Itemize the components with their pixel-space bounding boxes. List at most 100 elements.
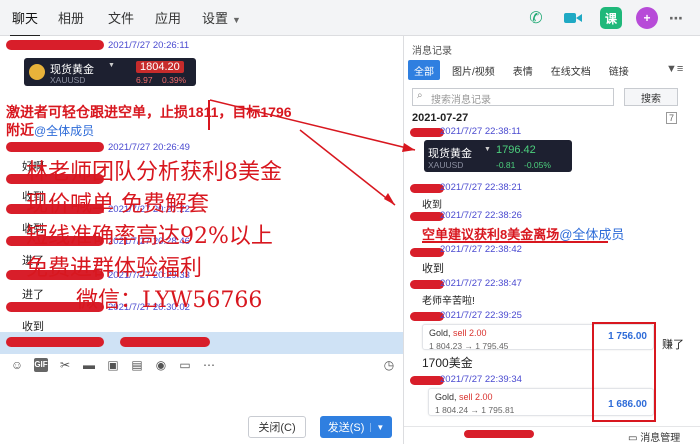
annotation-box: [592, 322, 656, 422]
history-tab-docs[interactable]: 在线文档: [545, 60, 597, 80]
highlight-text: 空单建议获利8美金离场: [422, 227, 560, 242]
history-text: 老师辛苦啦!: [422, 296, 475, 307]
search-button[interactable]: 搜索: [624, 88, 678, 106]
message-time: 2021/7/27 20:26:49: [108, 142, 190, 153]
mention-all[interactable]: @全体成员: [559, 227, 624, 242]
history-clock-icon[interactable]: ◷: [382, 358, 396, 372]
annotation-line: [208, 100, 210, 130]
redacted-name: [410, 128, 444, 137]
calendar-icon[interactable]: 7: [666, 112, 678, 124]
profit-text: 1700美金: [422, 356, 473, 370]
caret-icon: ▼: [484, 146, 491, 153]
history-tab-links[interactable]: 链接: [603, 60, 635, 80]
gold-quote-card[interactable]: 现货黄金 ▼ 1804.20 XAUUSD 6.97 0.39%: [24, 58, 196, 86]
red-packet-icon[interactable]: ▤: [130, 358, 144, 372]
redacted-name: [464, 430, 534, 438]
earned-text: 赚了: [662, 339, 684, 351]
redacted-name: [410, 212, 444, 221]
announcement-text: 激进者可轻仓跟进空单，止损1811，目标1796: [6, 104, 292, 120]
trade-symbol: Gold,: [435, 392, 457, 402]
tab-chat[interactable]: 聊天: [9, 8, 41, 37]
redacted-name: [410, 248, 444, 257]
classroom-icon[interactable]: 课: [600, 7, 622, 29]
more-icon[interactable]: ⋯: [665, 7, 687, 29]
announcement-tail: 附近: [6, 122, 34, 138]
trade-label: Gold, sell 2.00: [435, 392, 493, 402]
history-tab-media[interactable]: 图片/视频: [446, 60, 501, 80]
history-title: 消息记录: [412, 46, 452, 57]
ad-line-4: 免费进群体验福利: [26, 256, 203, 281]
gold-code: XAUUSD: [50, 75, 86, 85]
more-tools-icon[interactable]: ⋯: [202, 358, 216, 372]
underline-annotation: [422, 241, 608, 243]
ad-line-3: 短线准确率高达92%以上: [26, 224, 273, 249]
screen-icon[interactable]: ▭: [178, 358, 192, 372]
history-footer: ▭ 消息管理: [404, 426, 700, 444]
redacted-name: [410, 280, 444, 289]
trade-side: sell 2.00: [453, 328, 487, 338]
history-time: 2021/7/27 22:38:47: [440, 278, 522, 289]
video-call-icon[interactable]: [562, 7, 584, 29]
tab-settings-label: 设置: [202, 11, 229, 26]
redacted-name: [6, 40, 104, 50]
trade-label: Gold, sell 2.00: [429, 328, 487, 338]
send-button[interactable]: 发送(S) ▼: [320, 416, 392, 438]
search-icon: ⌕: [417, 90, 423, 101]
chevron-down-icon[interactable]: ▼: [370, 422, 384, 432]
history-tab-all[interactable]: 全部: [408, 60, 440, 80]
gold-coin-icon: [29, 64, 45, 80]
mention-all[interactable]: @全体成员: [34, 124, 94, 138]
emoji-icon[interactable]: ☺: [10, 358, 24, 372]
history-time: 2021/7/27 22:38:11: [440, 126, 522, 137]
redacted-name: [410, 376, 444, 385]
chat-panel: 2021/7/27 20:26:11 现货黄金 ▼ 1804.20 XAUUSD…: [0, 36, 404, 444]
history-tab-emoji[interactable]: 表情: [507, 60, 539, 80]
tab-settings[interactable]: 设置 ▼: [202, 8, 241, 27]
gif-icon[interactable]: GIF: [34, 358, 48, 372]
redacted-name: [410, 184, 444, 193]
redacted-name: [6, 337, 104, 347]
message-text: 进了: [22, 289, 44, 301]
ad-line-5: 微信：LYW56766: [76, 288, 263, 313]
tab-files[interactable]: 文件: [108, 8, 134, 27]
gold-pct: 0.39%: [162, 75, 187, 85]
caret-icon: ▼: [108, 62, 115, 69]
gold-change: 6.97: [136, 75, 153, 85]
history-tabs: 全部 图片/视频 表情 在线文档 链接: [408, 60, 641, 80]
trade-path: 1 804.23 → 1 795.45: [429, 341, 509, 351]
image-icon[interactable]: ▣: [106, 358, 120, 372]
selected-message-row[interactable]: [0, 332, 403, 354]
history-time: 2021/7/27 22:38:21: [440, 182, 522, 193]
history-text: 收到: [422, 263, 444, 275]
history-search-input[interactable]: ⌕ 搜索消息记录: [412, 88, 614, 106]
gold-code: XAUUSD: [428, 160, 464, 170]
send-label: 发送(S): [327, 422, 365, 434]
gold-name: 现货黄金: [428, 148, 472, 160]
message-time: 2021/7/27 20:26:11: [108, 40, 190, 51]
history-text: 收到: [422, 200, 442, 211]
filter-icon[interactable]: ▼≡: [666, 63, 683, 75]
message-manage-link[interactable]: ▭ 消息管理: [628, 429, 680, 444]
history-time: 2021/7/27 22:39:25: [440, 310, 522, 321]
tab-apps[interactable]: 应用: [155, 8, 181, 27]
gold-price: 1804.20: [136, 61, 184, 73]
trade-symbol: Gold,: [429, 328, 451, 338]
voice-icon[interactable]: ◉: [154, 358, 168, 372]
input-toolbar: ☺ GIF ✂ ▬ ▣ ▤ ◉ ▭ ⋯ ◷: [0, 354, 403, 376]
history-gold-card[interactable]: 现货黄金 ▼ 1796.42 XAUUSD -0.81 -0.05%: [424, 140, 572, 172]
phone-icon[interactable]: ✆: [525, 7, 547, 29]
gold-pct: -0.05%: [524, 160, 551, 170]
redacted-name: [120, 337, 210, 347]
folder-icon[interactable]: ▬: [82, 358, 96, 372]
history-panel: 消息记录 全部 图片/视频 表情 在线文档 链接 ▼≡ ⌕ 搜索消息记录 搜索 …: [404, 36, 700, 444]
close-button[interactable]: 关闭(C): [248, 416, 306, 438]
scissors-icon[interactable]: ✂: [58, 358, 72, 372]
tab-album[interactable]: 相册: [58, 8, 84, 27]
add-icon[interactable]: +: [636, 7, 658, 29]
manage-icon: ▭: [628, 433, 638, 444]
gold-price: 1796.42: [496, 144, 536, 156]
history-time: 2021/7/27 22:39:34: [440, 374, 522, 385]
ad-line-1: 林老师团队分析获利8美金: [26, 160, 282, 185]
history-date: 2021-07-27: [412, 112, 469, 124]
history-time: 2021/7/27 22:38:42: [440, 244, 522, 255]
